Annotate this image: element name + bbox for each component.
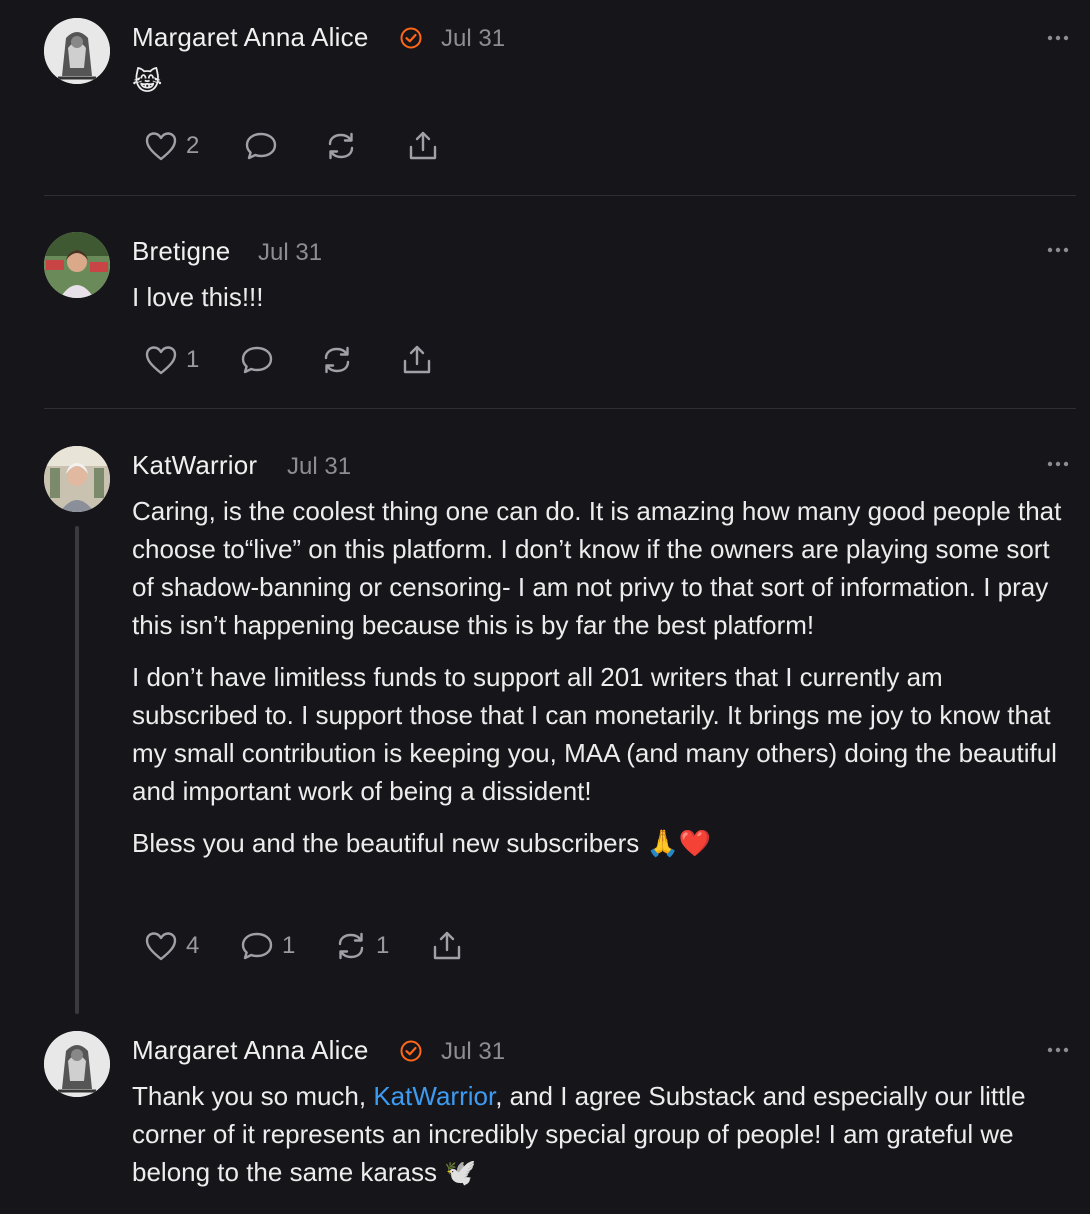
heart-icon <box>145 932 177 961</box>
author-name[interactable]: Margaret Anna Alice <box>132 22 369 53</box>
share-button[interactable] <box>430 926 464 966</box>
restack-count: 1 <box>376 932 390 959</box>
like-button[interactable]: 1 <box>144 340 199 380</box>
author-name[interactable]: Bretigne <box>132 236 230 267</box>
comment-date[interactable]: Jul 31 <box>441 1038 505 1066</box>
more-icon[interactable] <box>1046 246 1070 254</box>
avatar[interactable] <box>44 232 110 298</box>
share-button[interactable] <box>400 340 434 380</box>
more-icon[interactable] <box>1046 1046 1070 1054</box>
heart-icon <box>145 132 177 161</box>
reply-button[interactable]: 1 <box>240 926 295 966</box>
reply-button[interactable] <box>240 340 282 380</box>
share-icon <box>409 131 437 160</box>
avatar[interactable] <box>44 1031 110 1097</box>
comment-body: Thank you so much, KatWarrior, and I agr… <box>132 1077 1072 1191</box>
comment-date[interactable]: Jul 31 <box>258 239 322 267</box>
comment-icon <box>241 346 273 374</box>
divider <box>44 195 1076 196</box>
more-icon[interactable] <box>1046 34 1070 42</box>
reply-button[interactable] <box>244 126 286 166</box>
avatar[interactable] <box>44 446 110 512</box>
reply-count: 1 <box>282 932 296 959</box>
comment-body: Caring, is the coolest thing one can do.… <box>132 492 1072 876</box>
comment-icon <box>245 132 277 160</box>
thread-line <box>75 526 79 1014</box>
comment-paragraph: Bless you and the beautiful new subscrib… <box>132 828 712 858</box>
comment-paragraph: I don’t have limitless funds to support … <box>132 662 1057 806</box>
mention-link[interactable]: KatWarrior <box>373 1081 495 1111</box>
comment-icon <box>241 932 273 960</box>
comment-date[interactable]: Jul 31 <box>287 453 351 481</box>
comment-text: Thank you so much, <box>132 1081 374 1111</box>
like-button[interactable]: 2 <box>144 126 199 166</box>
restack-icon <box>324 346 350 374</box>
more-icon[interactable] <box>1046 460 1070 468</box>
share-button[interactable] <box>406 126 440 166</box>
comment-body: I love this!!! <box>132 278 1072 316</box>
restack-icon <box>338 932 364 960</box>
comment-date[interactable]: Jul 31 <box>441 25 505 53</box>
comment-text: I love this!!! <box>132 282 264 312</box>
author-name[interactable]: KatWarrior <box>132 450 257 481</box>
like-button[interactable]: 4 <box>144 926 199 966</box>
heart-icon <box>145 346 177 375</box>
comment-body: 😹 <box>132 62 1072 100</box>
comment-paragraph: Caring, is the coolest thing one can do.… <box>132 496 1062 640</box>
restack-button[interactable] <box>320 340 354 380</box>
restack-icon <box>328 132 354 160</box>
comment-text: 😹 <box>132 66 163 96</box>
comment-actions: 2 <box>144 126 444 166</box>
verified-badge-icon <box>400 1040 422 1062</box>
like-count: 1 <box>186 346 200 373</box>
comment-actions: 4 1 1 <box>144 926 474 966</box>
divider <box>44 408 1076 409</box>
restack-button[interactable]: 1 <box>334 926 389 966</box>
like-count: 2 <box>186 132 200 159</box>
share-icon <box>433 931 461 960</box>
comment-actions: 1 <box>144 340 444 380</box>
author-name[interactable]: Margaret Anna Alice <box>132 1035 369 1066</box>
verified-badge-icon <box>400 27 422 49</box>
like-count: 4 <box>186 932 200 959</box>
avatar[interactable] <box>44 18 110 84</box>
share-icon <box>403 345 431 374</box>
restack-button[interactable] <box>324 126 358 166</box>
